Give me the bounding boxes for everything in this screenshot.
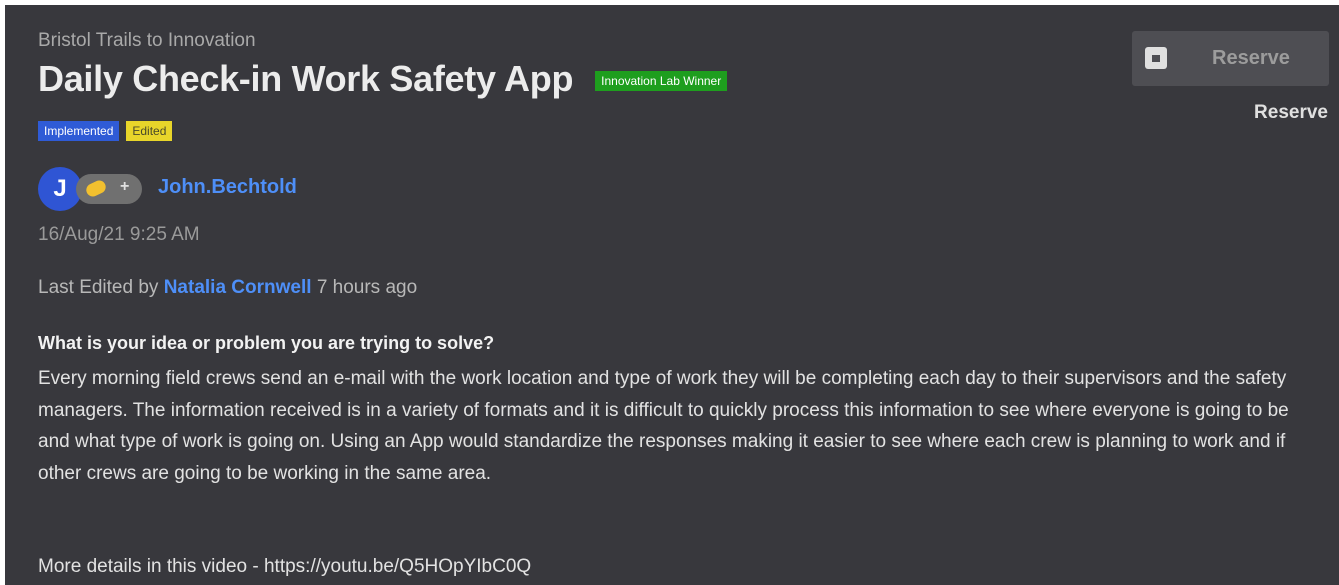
author-row: J + John.Bechtold [38, 163, 438, 211]
video-link-line[interactable]: More details in this video - https://you… [38, 556, 531, 578]
plus-icon: + [120, 178, 130, 195]
page-title: Daily Check-in Work Safety App [38, 58, 574, 99]
author-link[interactable]: John.Bechtold [158, 176, 297, 199]
timestamp: 16/Aug/21 9:25 AM [38, 224, 200, 245]
edited-badge: Edited [126, 121, 173, 141]
last-edited-time: 7 hours ago [316, 277, 418, 298]
reserve-button-label: Reserve [1212, 47, 1290, 69]
status-badges: Implemented Edited [38, 121, 173, 141]
title-row: Daily Check-in Work Safety App Innovatio… [38, 58, 728, 100]
question-heading: What is your idea or problem you are try… [38, 333, 495, 353]
idea-detail-panel: Bristol Trails to Innovation Daily Check… [5, 5, 1339, 585]
last-edited-line: Last Edited by Natalia Cornwell 7 hours … [38, 277, 417, 299]
implemented-badge: Implemented [38, 121, 120, 141]
winner-badge: Innovation Lab Winner [595, 71, 728, 91]
reserve-link[interactable]: Reserve [1254, 102, 1328, 124]
reaction-button[interactable]: + [76, 174, 142, 204]
clap-icon [84, 178, 108, 199]
breadcrumb[interactable]: Bristol Trails to Innovation [38, 30, 256, 52]
last-edited-prefix: Last Edited by [38, 277, 159, 298]
reserve-button[interactable]: Reserve [1132, 31, 1329, 86]
archive-icon [1145, 47, 1167, 69]
editor-link[interactable]: Natalia Cornwell [164, 277, 312, 298]
idea-description: Every morning field crews send an e-mail… [38, 368, 1289, 484]
